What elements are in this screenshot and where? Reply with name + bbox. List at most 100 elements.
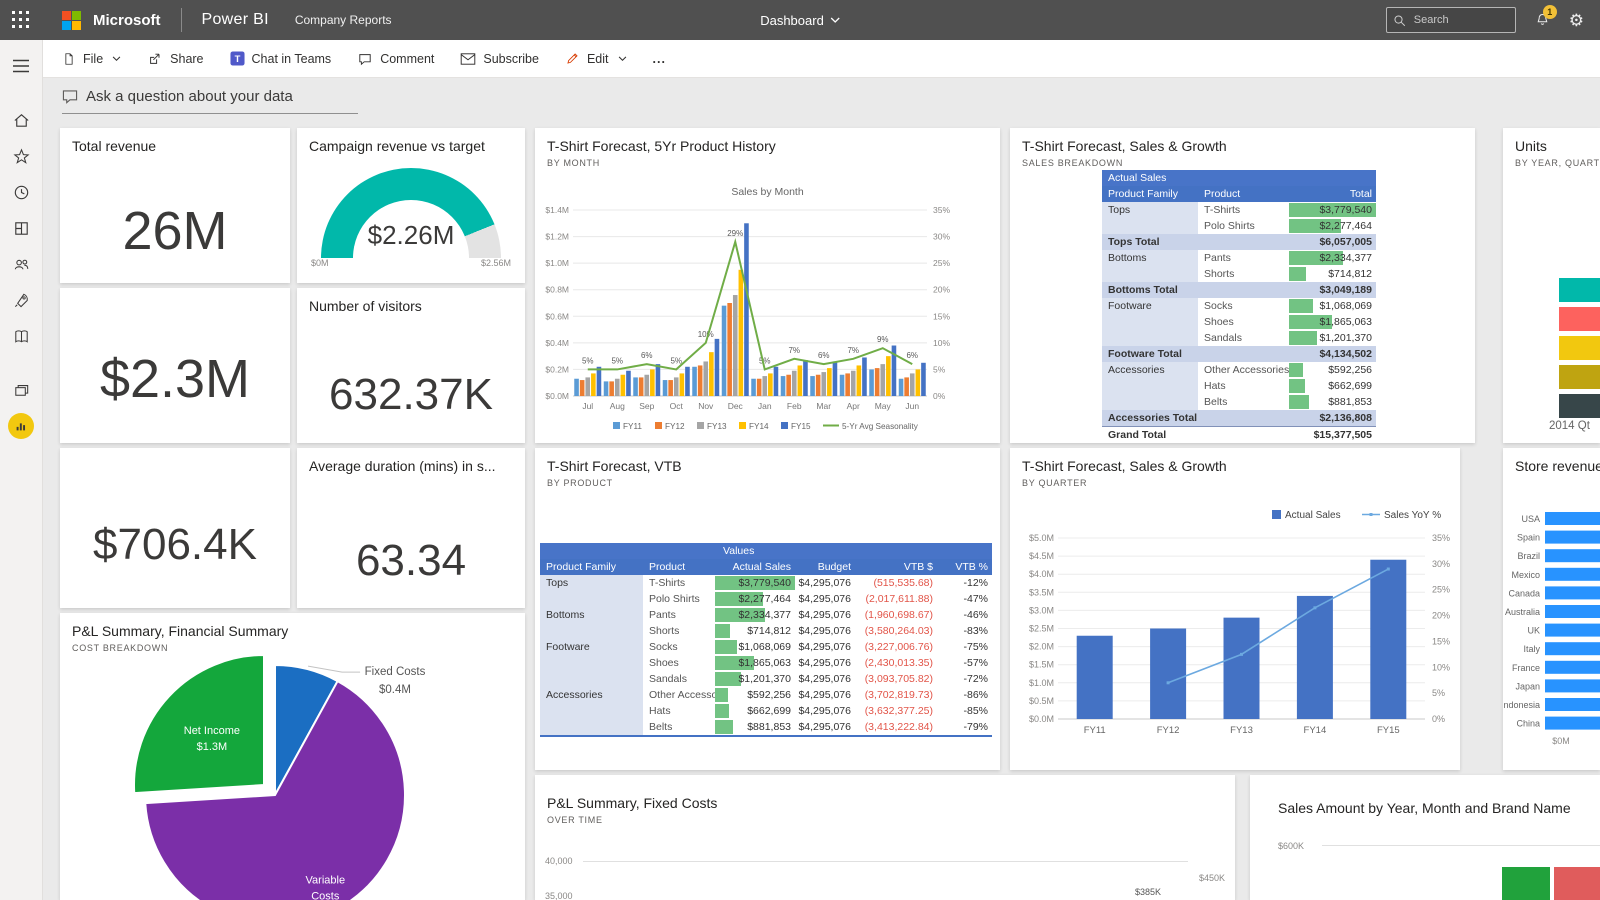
apps-icon[interactable]: [0, 210, 42, 246]
bar[interactable]: [626, 371, 631, 396]
settings-gear-icon[interactable]: ⚙: [1569, 12, 1584, 29]
bar[interactable]: [639, 377, 644, 396]
tile-vtb-table[interactable]: T-Shirt Forecast, VTB BY PRODUCT ValuesP…: [535, 448, 1000, 770]
bar[interactable]: [663, 380, 668, 396]
bar[interactable]: [1545, 586, 1600, 599]
recent-clock-icon[interactable]: [0, 174, 42, 210]
bar[interactable]: [609, 381, 614, 396]
bar[interactable]: [803, 360, 808, 396]
bar[interactable]: [845, 373, 850, 396]
bar[interactable]: [1554, 867, 1600, 900]
table-row[interactable]: FootwareSocks$1,068,069$4,295,076(3,227,…: [540, 639, 992, 655]
table-row[interactable]: Accessories Total$2,136,808: [1102, 410, 1376, 426]
tile-sales-growth-quarter[interactable]: T-Shirt Forecast, Sales & Growth BY QUAR…: [1010, 448, 1460, 770]
bar[interactable]: [857, 365, 862, 396]
bar[interactable]: [703, 361, 708, 396]
tile-store-revenue[interactable]: Store revenue USASpainBrazilMexicoCanada…: [1503, 448, 1600, 770]
trend-line[interactable]: [588, 242, 913, 370]
bar[interactable]: [1502, 867, 1550, 900]
table-row[interactable]: Hats$662,699: [1102, 378, 1376, 394]
my-workspace-avatar[interactable]: [0, 408, 42, 444]
table-row[interactable]: Belts$881,853: [1102, 394, 1376, 410]
file-menu-button[interactable]: File: [62, 51, 121, 67]
bar[interactable]: [840, 375, 845, 396]
bar[interactable]: [591, 373, 596, 396]
table-row[interactable]: Belts$881,853$4,295,076(3,413,222.84)-79…: [540, 719, 992, 735]
bar[interactable]: [1559, 307, 1600, 331]
bar[interactable]: [727, 303, 732, 396]
table-row[interactable]: BottomsPants$2,334,377$4,295,076(1,960,6…: [540, 607, 992, 623]
bar[interactable]: [751, 379, 756, 396]
table-row[interactable]: Grand Total$15,377,505: [1102, 426, 1376, 443]
bar[interactable]: [1545, 549, 1600, 562]
bar[interactable]: [1545, 531, 1600, 544]
learn-rocket-icon[interactable]: [0, 282, 42, 318]
bar[interactable]: [744, 223, 749, 396]
bar[interactable]: [680, 373, 685, 396]
table-row[interactable]: Sandals$1,201,370$4,295,076(3,093,705.82…: [540, 671, 992, 687]
bar[interactable]: [633, 377, 638, 396]
bar[interactable]: [762, 376, 767, 396]
bar[interactable]: [722, 306, 727, 396]
bar[interactable]: [1150, 629, 1186, 720]
bar[interactable]: [910, 373, 915, 396]
notifications-button[interactable]: 1: [1534, 12, 1551, 29]
bar[interactable]: [1370, 560, 1406, 719]
comment-button[interactable]: Comment: [357, 51, 434, 67]
bar[interactable]: [685, 367, 690, 396]
tile-sales-amount[interactable]: Sales Amount by Year, Month and Brand Na…: [1250, 775, 1600, 900]
bar[interactable]: [786, 375, 791, 396]
bar[interactable]: [1297, 596, 1333, 719]
bar[interactable]: [621, 375, 626, 396]
bar[interactable]: [1559, 336, 1600, 360]
bar[interactable]: [757, 379, 762, 396]
bar[interactable]: [1545, 717, 1600, 730]
home-icon[interactable]: [0, 102, 42, 138]
bar[interactable]: [816, 375, 821, 396]
bar[interactable]: [604, 381, 609, 396]
table-row[interactable]: AccessoriesOther Accessories$592,256: [1102, 362, 1376, 378]
bar[interactable]: [644, 375, 649, 396]
workspace-stack-icon[interactable]: [0, 372, 42, 408]
bar[interactable]: [810, 376, 815, 396]
edit-menu-button[interactable]: Edit: [565, 51, 627, 66]
bar[interactable]: [1559, 278, 1600, 302]
table-row[interactable]: Polo Shirts$2,277,464: [1102, 218, 1376, 234]
bar[interactable]: [921, 363, 926, 396]
bar[interactable]: [1545, 698, 1600, 711]
bar[interactable]: [1545, 679, 1600, 692]
bar[interactable]: [698, 365, 703, 396]
bar[interactable]: [674, 377, 679, 396]
bar[interactable]: [792, 371, 797, 396]
bar[interactable]: [768, 373, 773, 396]
bar[interactable]: [880, 364, 885, 396]
chat-in-teams-button[interactable]: T Chat in Teams: [230, 51, 332, 66]
bar[interactable]: [692, 367, 697, 396]
bar[interactable]: [781, 376, 786, 396]
table-row[interactable]: Shorts$714,812$4,295,076(3,580,264.03)-8…: [540, 623, 992, 639]
bar[interactable]: [904, 377, 909, 396]
bar[interactable]: [733, 295, 738, 396]
bar[interactable]: [1545, 661, 1600, 674]
tile-units[interactable]: Units BY YEAR, QUART 2014 Qt: [1503, 128, 1600, 443]
table-row[interactable]: Sandals$1,201,370: [1102, 330, 1376, 346]
bar[interactable]: [1559, 365, 1600, 389]
bar[interactable]: [668, 380, 673, 396]
bar[interactable]: [739, 270, 744, 396]
global-nav-hamburger-icon[interactable]: [0, 48, 42, 84]
bar[interactable]: [1545, 568, 1600, 581]
trend-line[interactable]: [1168, 569, 1388, 683]
table-row[interactable]: Footware Total$4,134,502: [1102, 346, 1376, 362]
tile-campaign-gauge[interactable]: Campaign revenue vs target $2.26M $0M $2…: [297, 128, 525, 283]
table-row[interactable]: TopsT-Shirts$3,779,540: [1102, 202, 1376, 218]
workspaces-book-icon[interactable]: [0, 318, 42, 354]
table-row[interactable]: Polo Shirts$2,277,464$4,295,076(2,017,61…: [540, 591, 992, 607]
bar[interactable]: [862, 357, 867, 396]
bar[interactable]: [715, 339, 720, 396]
table-row[interactable]: Bottoms Total$3,049,189: [1102, 282, 1376, 298]
bar[interactable]: [1545, 512, 1600, 525]
bar[interactable]: [597, 367, 602, 396]
bar[interactable]: [1224, 618, 1260, 719]
bar[interactable]: [875, 368, 880, 396]
bar[interactable]: [827, 368, 832, 396]
